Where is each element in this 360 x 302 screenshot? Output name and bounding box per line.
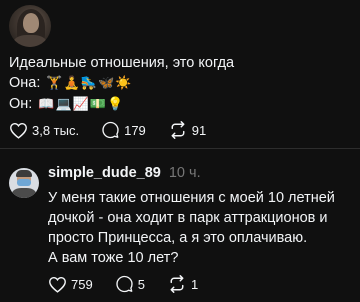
post-line-3-label: Он: xyxy=(9,96,33,112)
comment-reply-count: 5 xyxy=(137,276,145,292)
heart-icon xyxy=(10,122,27,139)
comment-icon xyxy=(102,121,119,139)
divider xyxy=(0,148,360,149)
post-line-2-label: Она: xyxy=(9,75,41,91)
post-repost-button[interactable]: 91 xyxy=(168,121,206,139)
post-line-2-emoji: 🏋🧘🛼🦋☀️ xyxy=(46,76,133,91)
post: Идеальные отношения, это когда Она: 🏋🧘🛼🦋… xyxy=(0,0,360,148)
comment-repost-button[interactable]: 1 xyxy=(167,275,198,293)
comment-header: simple_dude_89 10 ч. xyxy=(48,165,201,181)
comment-reply-button[interactable]: 5 xyxy=(115,275,145,293)
post-text-line-2: Она: 🏋🧘🛼🦋☀️ xyxy=(9,74,132,93)
post-reply-count: 179 xyxy=(124,122,146,138)
post-reply-button[interactable]: 179 xyxy=(101,121,146,139)
comment-like-button[interactable]: 759 xyxy=(48,276,93,293)
comment-actions: 759 5 1 xyxy=(48,275,220,293)
comment-like-count: 759 xyxy=(71,276,93,292)
heart-icon xyxy=(49,276,66,293)
post-like-button[interactable]: 3,8 тыс. xyxy=(9,122,79,139)
repost-icon xyxy=(170,275,184,293)
post-actions: 3,8 тыс. 179 91 xyxy=(9,121,228,139)
comment-text-line-4: А вам тоже 10 лет? xyxy=(48,250,179,266)
comment-icon xyxy=(116,275,133,293)
comment-username[interactable]: simple_dude_89 xyxy=(48,165,161,181)
comment-text-line-2: дочкой - она ходит в парк аттракционов и xyxy=(48,210,328,226)
comment-repost-count: 1 xyxy=(190,276,199,292)
post-author-avatar[interactable] xyxy=(9,5,51,47)
comment-text-line-1: У меня такие отношения с моей 10 летней xyxy=(48,190,335,206)
post-text-line-3: Он: 📖💻📈💵💡 xyxy=(9,95,124,114)
post-text-line-1: Идеальные отношения, это когда xyxy=(9,55,235,71)
post-line-3-emoji: 📖💻📈💵💡 xyxy=(38,97,125,112)
comment-author-avatar[interactable] xyxy=(9,168,39,198)
comment-text-line-3: просто Принцесса, а я это оплачиваю. xyxy=(48,230,308,246)
post-like-count: 3,8 тыс. xyxy=(32,122,80,138)
repost-icon xyxy=(171,121,185,139)
comment-timestamp: 10 ч. xyxy=(168,165,201,181)
post-repost-count: 91 xyxy=(191,122,207,138)
